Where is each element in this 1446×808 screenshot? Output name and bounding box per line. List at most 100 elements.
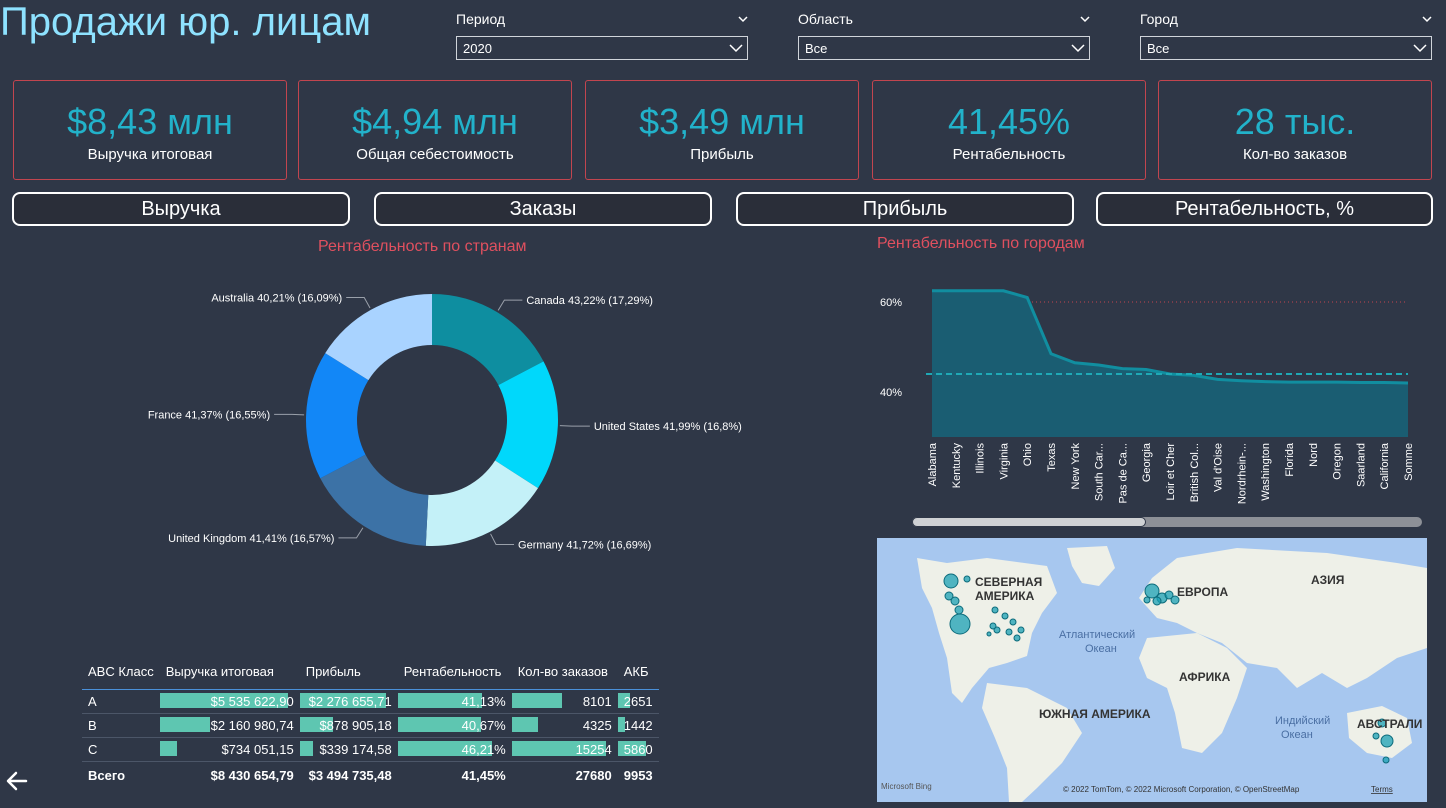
total-revenue: $8 430 654,79 [159, 761, 300, 787]
back-arrow-icon[interactable] [4, 768, 30, 794]
slicer-region-label: Область [798, 11, 853, 27]
nav-button-margin[interactable]: Рентабельность, % [1096, 192, 1433, 226]
margin-cell: 41,13% [397, 689, 512, 714]
rev-value: $2 160 980,74 [210, 718, 294, 733]
margin-value: 41,13% [461, 694, 506, 709]
rev-cell: $734 051,15 [159, 737, 300, 762]
kpi-label: Рентабельность [952, 146, 1066, 163]
x-tick-label: Ohio [1022, 443, 1034, 466]
kpi-card-cost: $4,94 млн Общая себестоимость [298, 80, 572, 180]
table-header[interactable]: ABC Класс [82, 660, 160, 690]
chart-scrollbar[interactable] [912, 517, 1422, 527]
slicer-city-dropdown[interactable]: Все [1140, 36, 1432, 60]
total-margin: 41,45% [397, 761, 512, 787]
kpi-value: 41,45% [947, 101, 1071, 142]
total-profit: $3 494 735,48 [299, 761, 398, 787]
slicer-region-value: Все [805, 40, 828, 56]
map-bubble [986, 631, 992, 637]
map-bubble [1144, 583, 1160, 599]
abc-class-cell: B [82, 713, 160, 738]
table-row[interactable]: B $2 160 980,74 $878 905,18 40,67% 4325 1442 [82, 713, 659, 738]
table-row[interactable]: A $5 535 622,90 $2 276 655,71 41,13% 8101 265… [82, 689, 659, 714]
donut-leader-line [497, 299, 523, 311]
nav-button-orders[interactable]: Заказы [374, 192, 712, 226]
margin-value: 40,67% [461, 718, 506, 733]
margin-value: 46,21% [461, 742, 506, 757]
map-bubble [989, 622, 997, 630]
slicer-period-dropdown[interactable]: 2020 [456, 36, 748, 60]
total-akb: 9953 [617, 761, 659, 787]
donut-data-label: United Kingdom 41,41% (16,57%) [168, 533, 334, 545]
slicer-city[interactable]: Город Все [1140, 10, 1432, 64]
abc-class-cell: A [82, 689, 160, 714]
y-tick-label: 60% [880, 297, 902, 309]
table-row[interactable]: C $734 051,15 $339 174,58 46,21% 15254 5860 [82, 737, 659, 762]
total-orders: 27680 [511, 761, 618, 787]
map-bubble [1152, 596, 1162, 606]
slicer-period[interactable]: Период 2020 [456, 10, 748, 64]
map-label: АФРИКА [1179, 670, 1231, 684]
chevron-down-icon[interactable] [1080, 14, 1090, 24]
slicer-region-dropdown[interactable]: Все [798, 36, 1090, 60]
table-header[interactable]: Выручка итоговая [160, 660, 300, 690]
kpi-card-profit: $3,49 млн Прибыль [585, 80, 859, 180]
map-attribution: © 2022 TomTom, © 2022 Microsoft Corporat… [1063, 785, 1300, 794]
rev-value: $734 051,15 [221, 742, 294, 757]
line-chart-title: Рентабельность по городам [877, 235, 1085, 252]
chevron-down-icon [729, 44, 743, 53]
map-label: Индийский [1275, 715, 1330, 727]
slicer-city-value: Все [1147, 40, 1170, 56]
x-tick-label: Washington [1260, 443, 1272, 501]
map-label: ЮЖНАЯ АМЕРИКА [1039, 707, 1151, 721]
profit-value: $2 276 655,71 [308, 694, 392, 709]
x-tick-label: Nord [1308, 443, 1320, 467]
profit-value: $339 174,58 [319, 742, 392, 757]
slicer-region[interactable]: Область Все [798, 10, 1090, 64]
map-label: АВСТРАЛИ [1357, 717, 1422, 731]
map-bubble [1005, 628, 1013, 636]
donut-chart: Canada 43,22% (17,29%) United States 41,9… [148, 293, 742, 552]
chevron-down-icon[interactable] [738, 14, 748, 24]
akb-cell: 2651 [617, 689, 659, 714]
map-bubble [943, 573, 959, 589]
table-total-row: Всего $8 430 654,79 $3 494 735,48 41,45%… [82, 761, 659, 787]
x-tick-label: Pas de Ca... [1117, 443, 1129, 504]
kpi-value: $8,43 млн [67, 101, 233, 142]
table-header[interactable]: АКБ [618, 660, 659, 690]
abc-class-cell: C [82, 737, 160, 762]
orders-cell: 8101 [511, 689, 618, 714]
chart-scrollbar-thumb[interactable] [912, 517, 1146, 527]
kpi-value: 28 тыс. [1234, 101, 1356, 142]
x-tick-label: Loir et Cher [1165, 443, 1177, 501]
akb-cell: 5860 [617, 737, 659, 762]
nav-button-revenue[interactable]: Выручка [12, 192, 350, 226]
rev-cell: $2 160 980,74 [159, 713, 300, 738]
y-tick-label: 40% [880, 387, 902, 399]
x-tick-label: Illinois [975, 443, 987, 474]
table-header-row: ABC Класс Выручка итоговая Прибыль Рента… [82, 660, 659, 690]
x-tick-label: Alabama [927, 442, 939, 486]
map-bubble [991, 606, 999, 614]
nav-button-profit[interactable]: Прибыль [736, 192, 1074, 226]
kpi-card-orders: 28 тыс. Кол-во заказов [1158, 80, 1432, 180]
chevron-down-icon[interactable] [1422, 14, 1432, 24]
chevron-down-icon [1413, 44, 1427, 53]
profit-cell: $339 174,58 [299, 737, 398, 762]
table-header[interactable]: Прибыль [300, 660, 398, 690]
donut-data-label: United States 41,99% (16,8%) [594, 421, 742, 433]
x-tick-label: Saarland [1355, 443, 1367, 487]
map-bubble [1380, 734, 1394, 748]
table-header[interactable]: Рентабельность [398, 660, 512, 690]
map-landmass-greenland [1067, 546, 1115, 586]
profit-cell: $2 276 655,71 [299, 689, 398, 714]
map-label: Атлантический [1059, 629, 1135, 641]
map-label: Океан [1085, 643, 1117, 655]
total-label: Всего [82, 761, 160, 787]
kpi-value: $4,94 млн [352, 101, 518, 142]
table-header[interactable]: Кол-во заказов [512, 660, 618, 690]
world-map[interactable]: СЕВЕРНАЯ АМЕРИКА ЕВРОПА АЗИЯ АФРИКА ЮЖНА… [877, 538, 1427, 802]
donut-data-label: France 41,37% (16,55%) [148, 409, 270, 421]
akb-value: 2651 [623, 694, 653, 709]
x-tick-label: Oregon [1332, 443, 1344, 480]
map-bubble [1017, 626, 1025, 634]
